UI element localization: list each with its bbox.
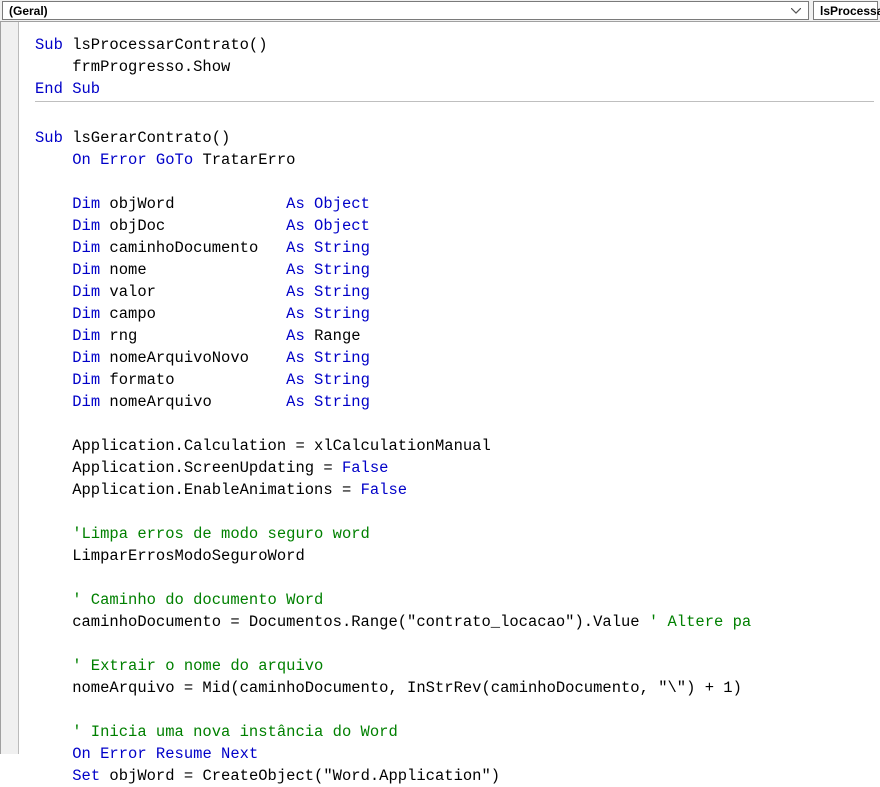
- code-text: [35, 151, 72, 169]
- code-kw: As String: [286, 305, 370, 323]
- code-text: [35, 305, 72, 323]
- code-text: nome: [100, 261, 286, 279]
- code-text: [35, 371, 72, 389]
- code-text: lsProcessarContrato(): [63, 36, 268, 54]
- code-text: nomeArquivo: [100, 393, 286, 411]
- code-comment: ' Extrair o nome do arquivo: [35, 657, 323, 675]
- object-dropdown[interactable]: (Geral): [2, 1, 809, 20]
- code-text: LimparErrosModoSeguroWord: [35, 547, 305, 565]
- code-kw: As Object: [286, 217, 370, 235]
- code-kw: Dim: [72, 393, 100, 411]
- code-kw: End Sub: [35, 80, 100, 98]
- code-text: [35, 261, 72, 279]
- code-kw: Dim: [72, 217, 100, 235]
- code-text: [35, 283, 72, 301]
- code-kw: Dim: [72, 195, 100, 213]
- code-kw: Dim: [72, 261, 100, 279]
- code-comment: 'Limpa erros de modo seguro word: [35, 525, 370, 543]
- code-text: Range: [305, 327, 361, 345]
- code-kw: Dim: [72, 327, 100, 345]
- code-text: [35, 745, 72, 763]
- code-text: Application.Calculation = xlCalculationM…: [35, 437, 491, 455]
- code-kw: Set: [72, 767, 100, 785]
- code-kw: As: [286, 327, 305, 345]
- code-comment: ' Altere pa: [649, 613, 751, 631]
- code-text: Application.ScreenUpdating =: [35, 459, 342, 477]
- chevron-down-icon: [788, 3, 804, 19]
- code-text: rng: [100, 327, 286, 345]
- procedure-dropdown[interactable]: lsProcessarC: [813, 1, 878, 20]
- code-area[interactable]: Sub lsProcessarContrato() frmProgresso.S…: [19, 22, 880, 754]
- code-kw: As Object: [286, 195, 370, 213]
- code-kw: Dim: [72, 371, 100, 389]
- code-text: campo: [100, 305, 286, 323]
- code-kw: As String: [286, 283, 370, 301]
- code-text: Application.EnableAnimations =: [35, 481, 361, 499]
- procedure-separator: [35, 101, 874, 102]
- editor-gutter: [1, 22, 19, 754]
- code-kw: Dim: [72, 283, 100, 301]
- code-text: [35, 349, 72, 367]
- code-comment: ' Inicia uma nova instância do Word: [35, 723, 398, 741]
- code-text: frmProgresso.Show: [35, 58, 230, 76]
- code-kw: Sub: [35, 129, 63, 147]
- code-editor[interactable]: Sub lsProcessarContrato() frmProgresso.S…: [0, 22, 880, 754]
- code-kw: False: [342, 459, 389, 477]
- code-text: [35, 327, 72, 345]
- code-text: [35, 195, 72, 213]
- procedure-dropdown-text: lsProcessarC: [820, 4, 880, 18]
- code-kw: On Error GoTo: [72, 151, 193, 169]
- code-kw: As String: [286, 239, 370, 257]
- code-kw: Dim: [72, 239, 100, 257]
- code-kw: As String: [286, 261, 370, 279]
- code-text: objDoc: [100, 217, 286, 235]
- code-text: objWord = CreateObject("Word.Application…: [100, 767, 500, 785]
- code-text: nomeArquivo = Mid(caminhoDocumento, InSt…: [35, 679, 742, 697]
- code-kw: Dim: [72, 349, 100, 367]
- code-text: caminhoDocumento: [100, 239, 286, 257]
- code-kw: Sub: [35, 36, 63, 54]
- dropdown-bar: (Geral) lsProcessarC: [0, 0, 880, 22]
- code-text: objWord: [100, 195, 286, 213]
- code-text: nomeArquivoNovo: [100, 349, 286, 367]
- code-comment: ' Caminho do documento Word: [35, 591, 323, 609]
- code-text: caminhoDocumento = Documentos.Range("con…: [35, 613, 649, 631]
- code-kw: False: [361, 481, 408, 499]
- object-dropdown-text: (Geral): [9, 4, 788, 18]
- code-text: [35, 217, 72, 235]
- code-kw: Dim: [72, 305, 100, 323]
- code-kw: As String: [286, 393, 370, 411]
- code-text: valor: [100, 283, 286, 301]
- code-kw: As String: [286, 349, 370, 367]
- code-text: [35, 239, 72, 257]
- code-text: [35, 767, 72, 785]
- code-text: formato: [100, 371, 286, 389]
- code-text: [35, 393, 72, 411]
- code-kw: As String: [286, 371, 370, 389]
- code-text: TratarErro: [193, 151, 295, 169]
- code-text: lsGerarContrato(): [63, 129, 230, 147]
- code-kw: On Error Resume Next: [72, 745, 258, 763]
